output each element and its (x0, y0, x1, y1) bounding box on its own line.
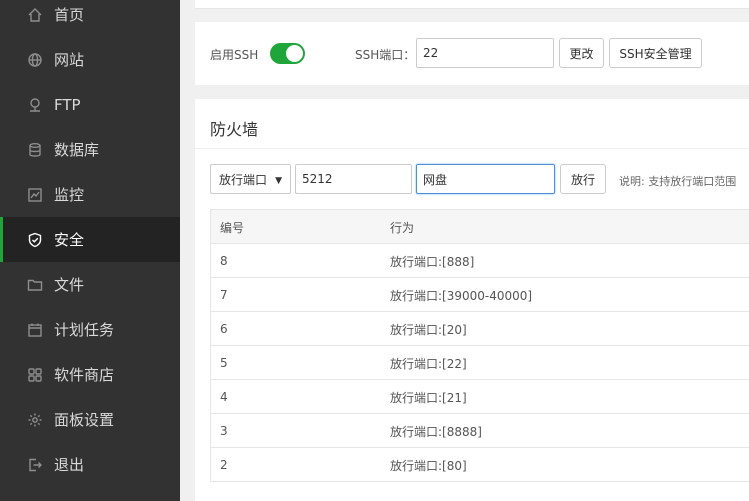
top-card (195, 0, 749, 9)
row-action: 放行端口:[21] (390, 390, 467, 405)
row-id: 4 (220, 390, 228, 404)
sidebar-item-home[interactable]: 首页 (0, 0, 180, 37)
row-id: 3 (220, 424, 228, 438)
remark-input[interactable]: 网盘 (416, 164, 555, 194)
change-port-button[interactable]: 更改 (559, 38, 604, 68)
sidebar-item-cron[interactable]: 计划任务 (0, 307, 180, 352)
sidebar-item-label: 网站 (54, 51, 85, 69)
ssh-port-label: SSH端口： (355, 48, 416, 62)
logout-icon (26, 456, 44, 474)
ssh-enable-label: 启用SSH (210, 48, 259, 62)
row-action: 放行端口:[39000-40000] (390, 288, 533, 303)
row-action: 放行端口:[80] (390, 458, 467, 473)
shield-icon (26, 231, 44, 249)
table-row: 7 放行端口:[39000-40000] (210, 278, 749, 312)
sidebar-item-label: 软件商店 (54, 366, 115, 384)
row-id: 6 (220, 322, 228, 336)
toggle-knob (286, 45, 303, 62)
rule-type-select[interactable]: 放行端口 ▼ (210, 164, 291, 194)
table-row: 2 放行端口:[80] (210, 448, 749, 482)
column-header-action: 行为 (390, 220, 415, 235)
firewall-panel: 防火墙 放行端口 ▼ 5212 网盘 放行 说明: 支持放行端口范围 编号 行为… (195, 99, 749, 501)
sidebar-item-label: 面板设置 (54, 411, 115, 429)
sidebar-item-database[interactable]: 数据库 (0, 127, 180, 172)
divider (195, 148, 749, 149)
sidebar-item-label: 监控 (54, 186, 85, 204)
main-content: 启用SSH SSH端口： 22 更改 SSH安全管理 防火墙 放行端口 ▼ 52… (180, 0, 749, 501)
row-action: 放行端口:[8888] (390, 424, 482, 439)
table-row: 6 放行端口:[20] (210, 312, 749, 346)
sidebar-item-label: 退出 (54, 456, 85, 474)
table-row: 4 放行端口:[21] (210, 380, 749, 414)
sidebar-item-label: 文件 (54, 276, 85, 294)
sidebar-item-label: FTP (54, 95, 81, 114)
sidebar-item-label: 安全 (54, 231, 85, 249)
row-id: 5 (220, 356, 228, 370)
firewall-title: 防火墙 (210, 120, 259, 139)
release-button[interactable]: 放行 (560, 164, 606, 194)
caret-down-icon: ▼ (275, 176, 282, 186)
ssh-manage-button[interactable]: SSH安全管理 (609, 38, 702, 68)
port-range-note: 说明: 支持放行端口范围 (619, 175, 737, 188)
rule-type-value: 放行端口 (219, 172, 268, 187)
sidebar-item-files[interactable]: 文件 (0, 262, 180, 307)
table-row: 8 放行端口:[888] (210, 244, 749, 278)
ssh-toggle[interactable] (270, 43, 305, 64)
calendar-icon (26, 321, 44, 339)
sidebar-item-settings[interactable]: 面板设置 (0, 397, 180, 442)
row-action: 放行端口:[20] (390, 322, 467, 337)
table-row: 3 放行端口:[8888] (210, 414, 749, 448)
sidebar-item-website[interactable]: 网站 (0, 37, 180, 82)
ssh-port-input[interactable]: 22 (416, 38, 554, 68)
ssh-panel: 启用SSH SSH端口： 22 更改 SSH安全管理 (195, 22, 749, 85)
sidebar-item-logout[interactable]: 退出 (0, 442, 180, 487)
grid-icon (26, 366, 44, 384)
row-id: 2 (220, 458, 228, 472)
sidebar-item-store[interactable]: 软件商店 (0, 352, 180, 397)
row-action: 放行端口:[888] (390, 254, 475, 269)
row-id: 8 (220, 254, 228, 268)
monitor-icon (26, 186, 44, 204)
database-icon (26, 141, 44, 159)
sidebar-item-monitor[interactable]: 监控 (0, 172, 180, 217)
sidebar-item-label: 计划任务 (54, 321, 115, 339)
row-action: 放行端口:[22] (390, 356, 467, 371)
gear-icon (26, 411, 44, 429)
sidebar: 首页 网站 FTP 数据库 监控 安全 文件 计划任务 软件商店 面板设置 退出 (0, 0, 180, 501)
sidebar-item-ftp[interactable]: FTP (0, 82, 180, 127)
globe-icon (26, 51, 44, 69)
column-header-id: 编号 (220, 220, 245, 235)
table-header: 编号 行为 (210, 210, 749, 244)
table-row: 5 放行端口:[22] (210, 346, 749, 380)
sidebar-item-label: 数据库 (54, 141, 100, 159)
ftp-icon (26, 96, 44, 114)
firewall-table: 编号 行为 8 放行端口:[888] 7 放行端口:[39000-40000] … (210, 209, 749, 482)
row-id: 7 (220, 288, 228, 302)
sidebar-item-security[interactable]: 安全 (0, 217, 180, 262)
port-input[interactable]: 5212 (295, 164, 412, 194)
home-icon (26, 6, 44, 24)
sidebar-item-label: 首页 (54, 6, 85, 24)
folder-icon (26, 276, 44, 294)
